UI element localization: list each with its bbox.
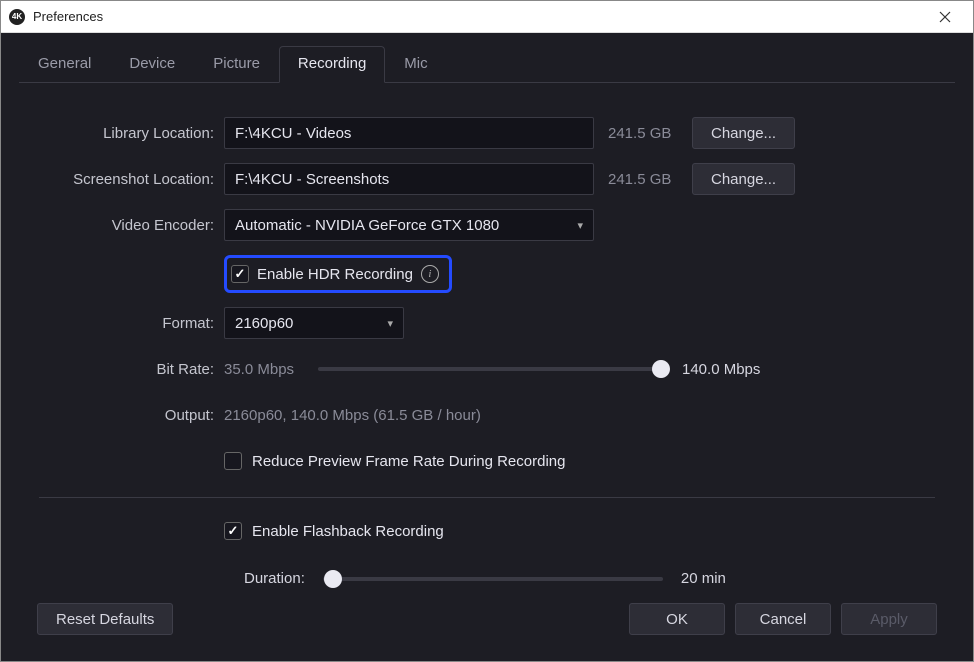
duration-slider-thumb[interactable] xyxy=(324,570,342,588)
close-icon xyxy=(939,11,951,23)
library-size: 241.5 GB xyxy=(608,125,678,142)
video-encoder-label: Video Encoder: xyxy=(39,217,224,234)
library-change-button[interactable]: Change... xyxy=(692,117,795,149)
duration-value: 20 min xyxy=(681,570,766,587)
format-select[interactable]: 2160p60 ▾ xyxy=(224,307,404,339)
chevron-down-icon: ▾ xyxy=(577,219,583,232)
bitrate-min: 35.0 Mbps xyxy=(224,361,304,378)
bitrate-max: 140.0 Mbps xyxy=(682,361,767,378)
screenshot-location-label: Screenshot Location: xyxy=(39,171,224,188)
reduce-preview-label: Reduce Preview Frame Rate During Recordi… xyxy=(252,453,565,470)
tab-general[interactable]: General xyxy=(19,46,110,83)
duration-slider[interactable] xyxy=(323,577,663,581)
tab-bar: General Device Picture Recording Mic xyxy=(19,45,955,83)
enable-flashback-label: Enable Flashback Recording xyxy=(252,523,444,540)
tab-mic[interactable]: Mic xyxy=(385,46,446,83)
enable-flashback-checkbox[interactable] xyxy=(224,522,242,540)
hdr-highlight: Enable HDR Recording i xyxy=(224,255,452,293)
apply-button[interactable]: Apply xyxy=(841,603,937,635)
close-button[interactable] xyxy=(925,2,965,32)
ok-button[interactable]: OK xyxy=(629,603,725,635)
tab-recording[interactable]: Recording xyxy=(279,46,385,83)
preferences-window: 4K Preferences General Device Picture Re… xyxy=(0,0,974,662)
enable-hdr-label: Enable HDR Recording xyxy=(257,266,413,283)
output-label: Output: xyxy=(39,407,224,424)
tab-picture[interactable]: Picture xyxy=(194,46,279,83)
tab-device[interactable]: Device xyxy=(110,46,194,83)
video-encoder-value: Automatic - NVIDIA GeForce GTX 1080 xyxy=(235,217,499,234)
screenshot-location-input[interactable] xyxy=(224,163,594,195)
info-icon[interactable]: i xyxy=(421,265,439,283)
reset-defaults-button[interactable]: Reset Defaults xyxy=(37,603,173,635)
duration-label: Duration: xyxy=(244,570,305,587)
library-location-label: Library Location: xyxy=(39,125,224,142)
titlebar: 4K Preferences xyxy=(1,1,973,33)
video-encoder-select[interactable]: Automatic - NVIDIA GeForce GTX 1080 ▾ xyxy=(224,209,594,241)
output-value: 2160p60, 140.0 Mbps (61.5 GB / hour) xyxy=(224,407,481,424)
reduce-preview-checkbox[interactable] xyxy=(224,452,242,470)
window-title: Preferences xyxy=(33,9,925,24)
cancel-button[interactable]: Cancel xyxy=(735,603,831,635)
chevron-down-icon: ▾ xyxy=(387,317,393,330)
bitrate-label: Bit Rate: xyxy=(39,361,224,378)
app-icon: 4K xyxy=(9,9,25,25)
bitrate-slider-thumb[interactable] xyxy=(652,360,670,378)
screenshot-size: 241.5 GB xyxy=(608,171,678,188)
library-location-input[interactable] xyxy=(224,117,594,149)
screenshot-change-button[interactable]: Change... xyxy=(692,163,795,195)
bitrate-slider[interactable] xyxy=(318,367,668,371)
format-value: 2160p60 xyxy=(235,315,293,332)
section-divider xyxy=(39,497,935,498)
enable-hdr-checkbox[interactable] xyxy=(231,265,249,283)
format-label: Format: xyxy=(39,315,224,332)
